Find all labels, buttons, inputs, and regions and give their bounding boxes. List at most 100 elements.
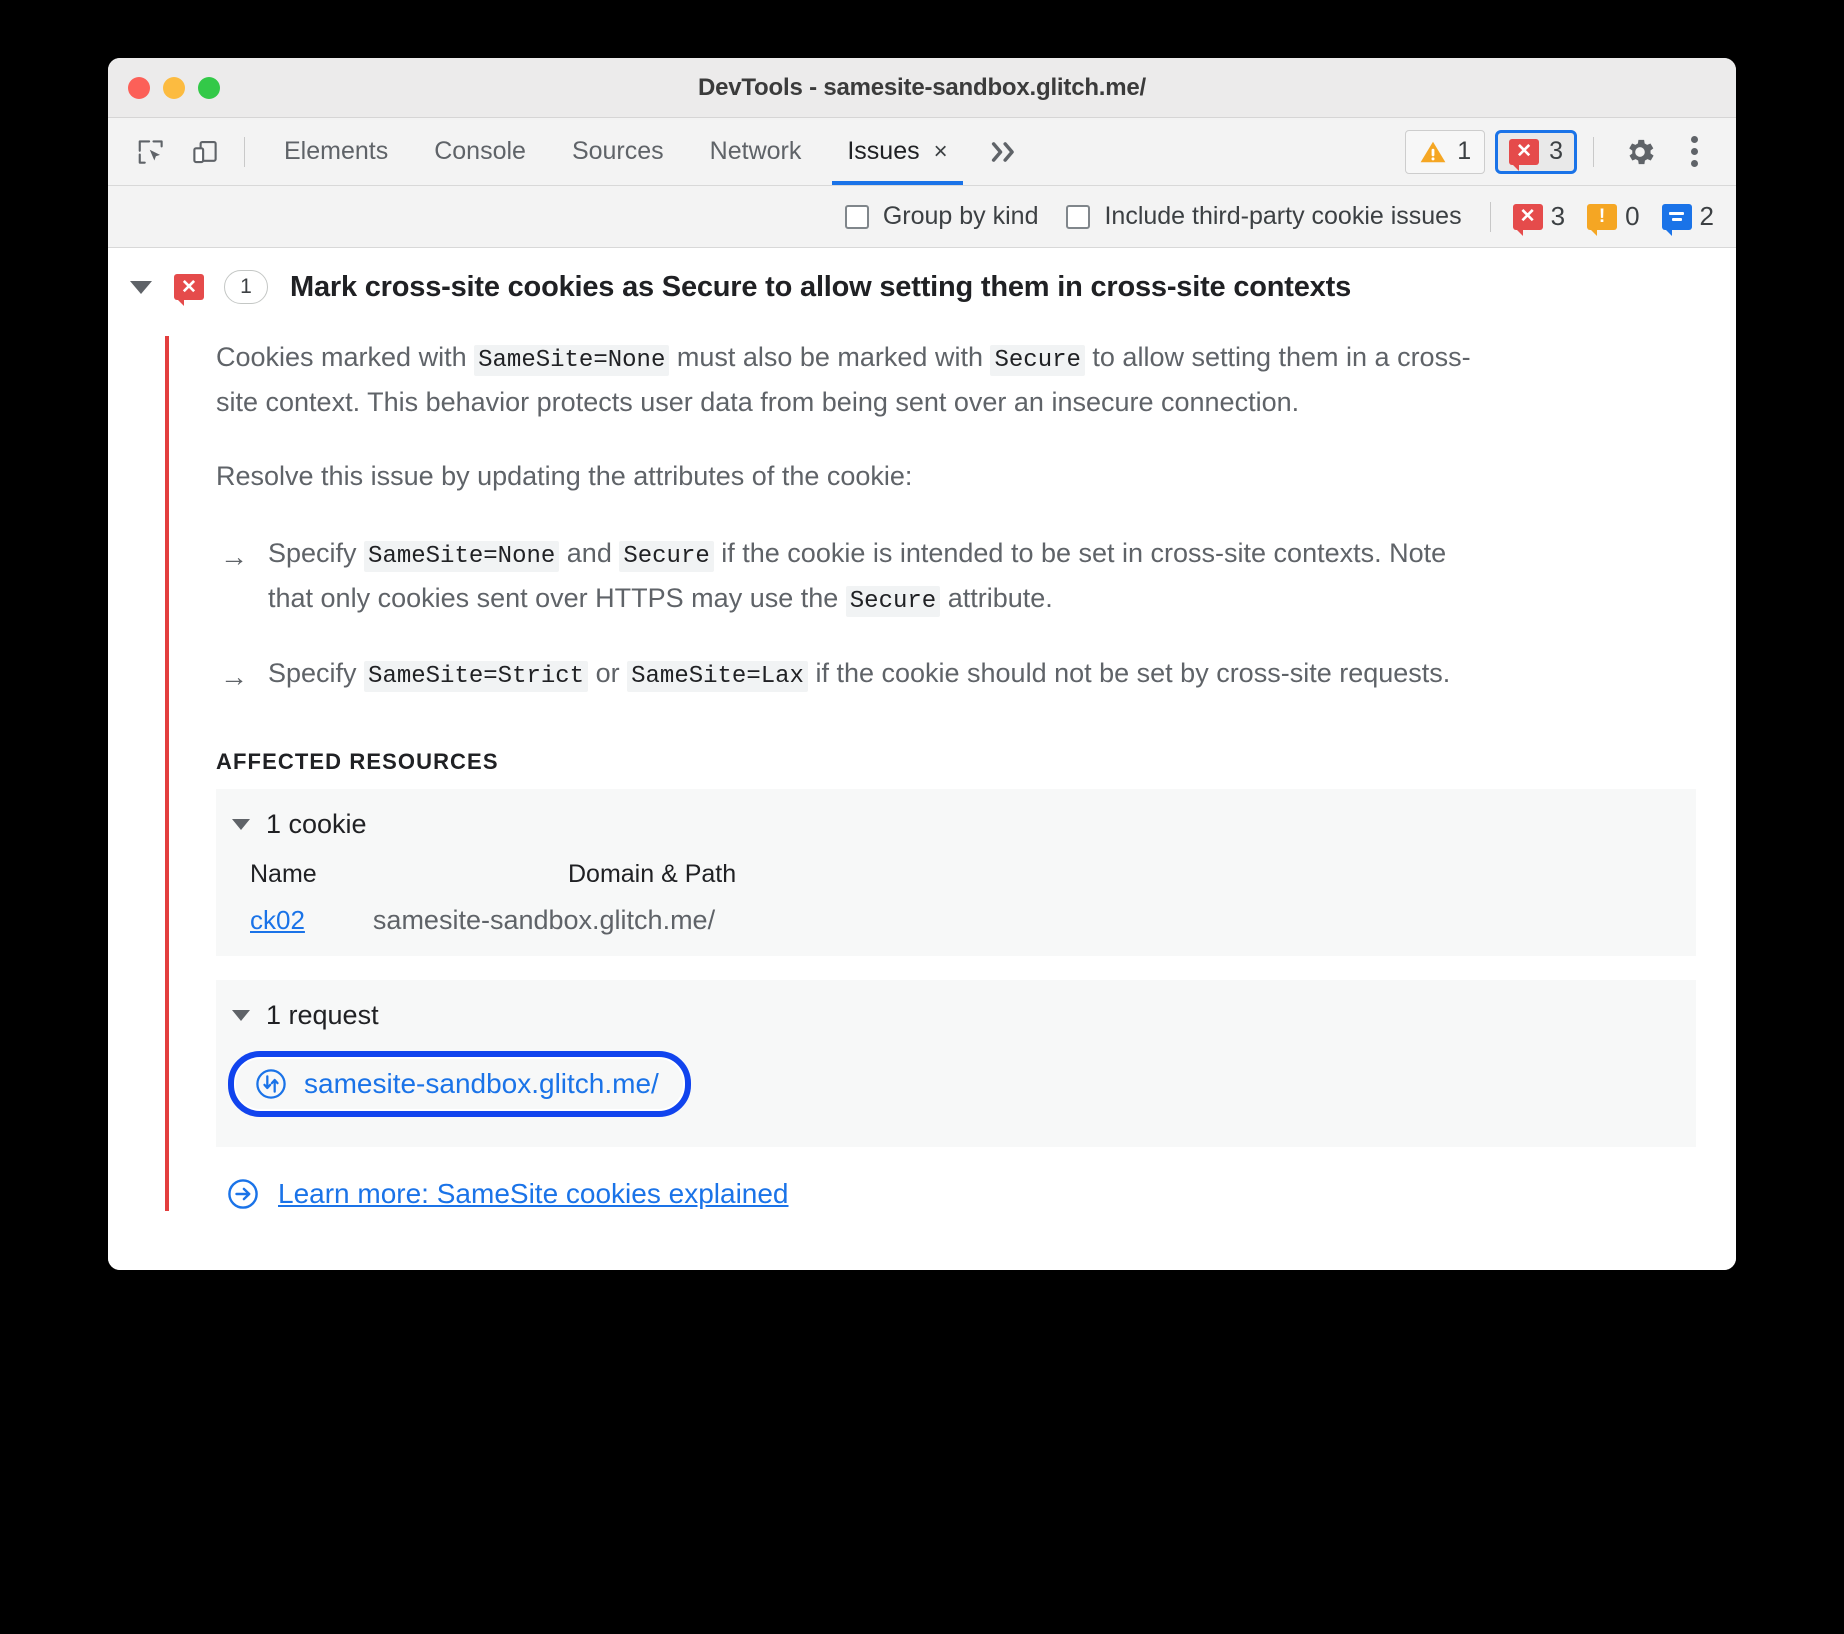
learn-more-link[interactable]: Learn more: SameSite cookies explained	[278, 1178, 789, 1210]
tab-label: Console	[434, 137, 526, 165]
cookie-name-link[interactable]: ck02	[250, 905, 305, 936]
toolbar-divider-right	[1593, 136, 1594, 167]
code-samesite-none: SameSite=None	[364, 541, 560, 573]
device-toolbar-button[interactable]	[182, 129, 228, 175]
tab-label: Sources	[571, 137, 664, 165]
checkbox-box-icon	[1066, 204, 1091, 229]
issue-count-pill: 1	[224, 270, 268, 304]
error-count-button[interactable]: ✕ 3	[1495, 129, 1577, 174]
desc-text-b: must also be marked with	[669, 342, 991, 372]
affected-requests-block: 1 request samesite-sandbox.glitch.me/	[216, 979, 1696, 1147]
tab-label: Elements	[284, 137, 389, 165]
error-count-item[interactable]: ✕ 3	[1512, 201, 1566, 236]
group-by-kind-label: Group by kind	[882, 202, 1039, 230]
affected-resources-heading: AFFECTED RESOURCES	[216, 748, 499, 774]
issues-filter-bar: Group by kind Include third-party cookie…	[108, 186, 1736, 248]
info-count-item[interactable]: 2	[1661, 201, 1714, 236]
issue-bullet-two: → Specify SameSite=Strict or SameSite=Lax…	[216, 652, 1486, 697]
warning-badge-icon: !	[1587, 203, 1618, 236]
error-count: 3	[1549, 137, 1563, 165]
toolbar-divider	[244, 136, 245, 167]
more-options-button[interactable]	[1670, 128, 1718, 176]
warning-count-value: 0	[1625, 201, 1640, 231]
settings-button[interactable]	[1616, 128, 1664, 176]
close-window-button[interactable]	[128, 76, 150, 99]
bullet1-text-a: Specify	[268, 538, 365, 569]
issue-resolve-paragraph: Resolve this issue by updating the attri…	[216, 460, 913, 491]
bullet2-text-a: Specify	[268, 658, 365, 689]
kebab-menu-icon	[1690, 136, 1698, 167]
bullet2-text-b: or	[588, 658, 628, 689]
warning-count-item[interactable]: ! 0	[1587, 201, 1640, 236]
column-header-domain-path: Domain & Path	[568, 859, 737, 888]
devtools-window: DevTools - samesite-sandbox.glitch.me/ E…	[108, 58, 1736, 1270]
group-by-kind-checkbox[interactable]: Group by kind	[844, 202, 1039, 231]
code-secure: Secure	[619, 541, 714, 573]
tab-elements[interactable]: Elements	[261, 118, 411, 185]
window-title: DevTools - samesite-sandbox.glitch.me/	[697, 73, 1147, 101]
error-badge-icon: ✕	[1509, 138, 1540, 171]
tab-label: Issues	[847, 137, 920, 165]
request-link-focused[interactable]: samesite-sandbox.glitch.me/	[228, 1050, 691, 1117]
tab-issues[interactable]: Issues ×	[824, 118, 970, 185]
table-header-row: Name Domain & Path	[250, 860, 1696, 905]
code-samesite-lax: SameSite=Lax	[627, 661, 808, 693]
issues-panel: ✕ 1 Mark cross-site cookies as Secure to…	[108, 248, 1736, 1270]
titlebar: DevTools - samesite-sandbox.glitch.me/	[108, 58, 1736, 118]
column-header-name: Name	[250, 859, 317, 888]
code-samesite-none: SameSite=None	[474, 345, 670, 376]
issue-body: Cookies marked with SameSite=None must a…	[165, 336, 1736, 1211]
error-count-value: 3	[1550, 201, 1566, 231]
cookies-section-label: 1 cookie	[266, 808, 367, 839]
gear-icon	[1629, 139, 1654, 164]
device-toolbar-icon	[193, 140, 217, 163]
panel-tabs: Elements Console Sources Network Issues …	[261, 118, 971, 185]
close-icon[interactable]: ×	[934, 139, 948, 164]
arrow-right-glyph: →	[220, 661, 248, 693]
tab-sources[interactable]: Sources	[549, 118, 687, 185]
request-url: samesite-sandbox.glitch.me/	[304, 1067, 659, 1099]
affected-cookies-block: 1 cookie Name Domain & Path ck02 samesit…	[216, 788, 1696, 956]
minimize-window-button[interactable]	[163, 76, 185, 99]
info-count-value: 2	[1699, 201, 1714, 231]
cookies-section-header[interactable]: 1 cookie	[216, 799, 1696, 848]
issue-status-chips: 1 ✕ 3	[1405, 129, 1577, 174]
arrow-in-circle-icon	[228, 1179, 258, 1209]
warning-count: 1	[1457, 137, 1472, 165]
requests-section-label: 1 request	[266, 999, 379, 1030]
traffic-light-buttons	[108, 76, 220, 99]
error-badge-icon: ✕	[1512, 203, 1543, 236]
request-row: samesite-sandbox.glitch.me/	[216, 1039, 1696, 1133]
inspect-element-icon	[138, 139, 163, 164]
checkbox-box-icon	[844, 204, 869, 229]
toolbar-left-icons	[128, 129, 228, 175]
warning-count-button[interactable]: 1	[1405, 129, 1486, 174]
collapse-triangle-icon[interactable]	[232, 818, 250, 830]
issue-counts: ✕ 3 ! 0 2	[1512, 201, 1714, 236]
arrow-right-glyph: →	[220, 541, 248, 573]
tab-network[interactable]: Network	[687, 118, 825, 185]
bullet1-text-b: and	[559, 538, 620, 569]
tab-console[interactable]: Console	[411, 118, 549, 185]
inspect-element-button[interactable]	[128, 129, 174, 175]
desc-text-a: Cookies marked with	[216, 342, 475, 372]
requests-section-header[interactable]: 1 request	[216, 990, 1696, 1039]
error-badge-icon: ✕	[174, 274, 204, 306]
info-badge-icon	[1661, 203, 1692, 236]
collapse-triangle-icon[interactable]	[130, 280, 152, 294]
bullet2-text-c: if the cookie should not be set by cross…	[807, 658, 1451, 689]
network-request-icon	[256, 1069, 286, 1099]
include-third-party-checkbox[interactable]: Include third-party cookie issues	[1066, 202, 1462, 231]
issue-bullet-one: → Specify SameSite=None and Secure if the…	[216, 532, 1486, 622]
table-row: ck02 samesite-sandbox.glitch.me/	[250, 905, 1696, 936]
issue-description-paragraph: Cookies marked with SameSite=None must a…	[216, 336, 1486, 425]
more-tabs-button[interactable]	[971, 139, 1037, 165]
collapse-triangle-icon[interactable]	[232, 1009, 250, 1021]
warning-triangle-icon	[1420, 141, 1446, 162]
issue-header-row[interactable]: ✕ 1 Mark cross-site cookies as Secure to…	[108, 248, 1736, 322]
learn-more-row[interactable]: Learn more: SameSite cookies explained	[216, 1147, 1696, 1211]
chevron-double-right-icon	[991, 141, 1014, 162]
code-samesite-strict: SameSite=Strict	[364, 661, 589, 693]
zoom-window-button[interactable]	[198, 76, 220, 99]
code-secure: Secure	[990, 345, 1085, 376]
